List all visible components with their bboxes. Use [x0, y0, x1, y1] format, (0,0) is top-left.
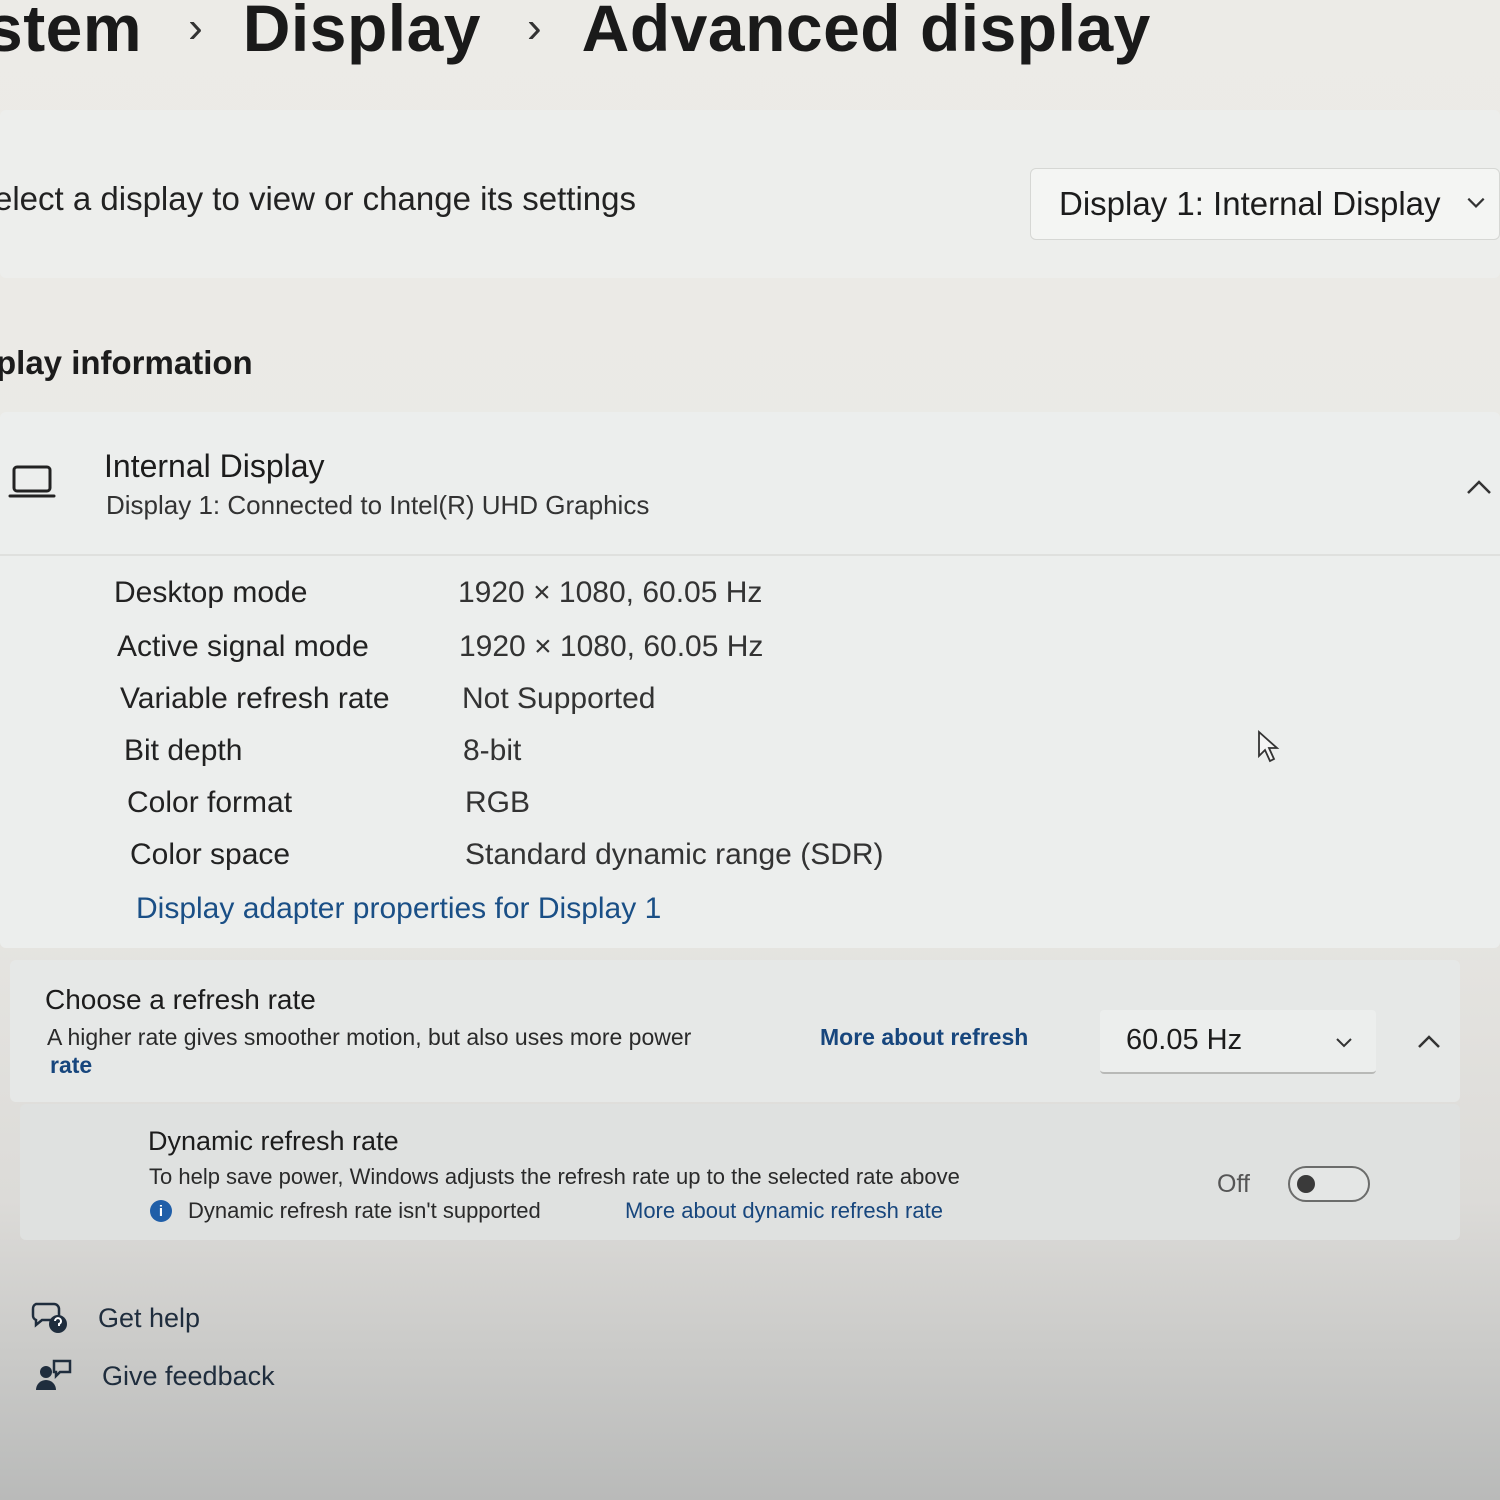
display-select-value: Display 1: Internal Display: [1059, 185, 1441, 222]
give-feedback-link[interactable]: Give feedback: [34, 1358, 275, 1394]
feedback-icon: [36, 1359, 72, 1390]
display-select-dropdown[interactable]: Display 1: Internal Display: [1030, 168, 1500, 240]
give-feedback-label: Give feedback: [102, 1360, 275, 1391]
section-title-display-information: play information: [0, 344, 253, 381]
more-about-refresh-rate-link[interactable]: More about refresh: [820, 1024, 1028, 1051]
help-chat-icon: [31, 1302, 67, 1333]
property-value: 1920 × 1080, 60.05 Hz: [458, 576, 763, 609]
more-about-refresh-rate-link-continued[interactable]: rate: [50, 1052, 92, 1079]
refresh-rate-dropdown[interactable]: 60.05 Hz: [1100, 1010, 1376, 1074]
chevron-down-icon: [1467, 197, 1485, 208]
property-row: Variable refresh rate Not Supported: [0, 682, 1200, 732]
dynamic-refresh-info-text: Dynamic refresh rate isn't supported: [188, 1198, 541, 1223]
property-row: Active signal mode 1920 × 1080, 60.05 Hz: [0, 630, 1200, 680]
property-row: Bit depth 8-bit: [0, 734, 1200, 784]
breadcrumb-display[interactable]: Display: [243, 0, 481, 66]
property-label: Desktop mode: [114, 576, 308, 609]
page-title: Advanced display: [581, 0, 1151, 65]
property-value: RGB: [465, 786, 531, 819]
refresh-rate-description: A higher rate gives smoother motion, but…: [47, 1024, 692, 1050]
breadcrumb-system[interactable]: stem: [0, 0, 142, 66]
laptop-icon: [8, 465, 56, 498]
chevron-up-icon[interactable]: [1415, 1032, 1443, 1052]
display-name: Internal Display: [104, 448, 325, 484]
breadcrumb-separator: ›: [527, 3, 542, 52]
dynamic-refresh-title: Dynamic refresh rate: [148, 1126, 399, 1156]
property-label: Active signal mode: [117, 630, 369, 663]
display-connection: Display 1: Connected to Intel(R) UHD Gra…: [106, 490, 650, 520]
property-row: Desktop mode 1920 × 1080, 60.05 Hz: [0, 576, 1200, 626]
dynamic-refresh-info: i Dynamic refresh rate isn't supported: [150, 1198, 541, 1224]
toggle-state-label: Off: [1217, 1170, 1250, 1198]
refresh-rate-card: Choose a refresh rate A higher rate give…: [10, 960, 1460, 1102]
property-value: Not Supported: [462, 682, 656, 715]
property-value: 1920 × 1080, 60.05 Hz: [459, 630, 764, 663]
chevron-down-icon: [1336, 1038, 1352, 1048]
get-help-label: Get help: [98, 1302, 201, 1333]
property-label: Color space: [130, 838, 291, 871]
get-help-link[interactable]: Get help: [30, 1300, 200, 1336]
breadcrumb-separator: ›: [188, 3, 203, 52]
mouse-cursor-icon: [1258, 730, 1280, 763]
property-value: Standard dynamic range (SDR): [465, 838, 884, 871]
display-information-card: Internal Display Display 1: Connected to…: [0, 412, 1500, 948]
display-information-header[interactable]: Internal Display Display 1: Connected to…: [0, 412, 1500, 556]
display-adapter-properties-link[interactable]: Display adapter properties for Display 1: [136, 892, 661, 926]
more-about-dynamic-refresh-link[interactable]: More about dynamic refresh rate: [625, 1198, 943, 1224]
property-value: 8-bit: [463, 734, 522, 767]
dynamic-refresh-description: To help save power, Windows adjusts the …: [149, 1164, 960, 1189]
dynamic-refresh-toggle[interactable]: [1288, 1166, 1370, 1202]
refresh-rate-title: Choose a refresh rate: [45, 984, 316, 1015]
dynamic-refresh-card: Dynamic refresh rate To help save power,…: [20, 1104, 1460, 1240]
property-label: Bit depth: [124, 734, 243, 767]
refresh-rate-value: 60.05 Hz: [1126, 1024, 1243, 1056]
toggle-knob: [1297, 1175, 1315, 1193]
property-row: Color space Standard dynamic range (SDR): [0, 838, 1200, 888]
select-display-label: elect a display to view or change its se…: [0, 180, 637, 217]
property-row: Color format RGB: [0, 786, 1200, 836]
chevron-up-icon[interactable]: [1464, 476, 1494, 498]
property-label: Variable refresh rate: [120, 682, 390, 715]
property-label: Color format: [127, 786, 293, 819]
breadcrumb: stem › Display › Advanced display: [0, 0, 1151, 78]
info-icon: i: [150, 1200, 172, 1222]
